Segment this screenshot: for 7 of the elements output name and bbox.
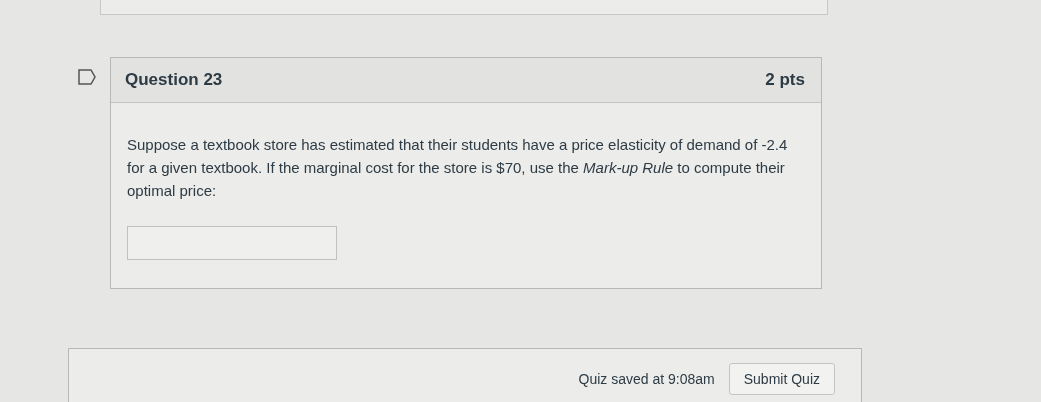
question-points: 2 pts	[765, 70, 805, 90]
bookmark-icon[interactable]	[78, 69, 96, 85]
question-text: Suppose a textbook store has estimated that their students have a price elasticity of demand of -2.4 for a given textbook. If the marginal cost for the store is $70, use the Mark-up Rule to compute their optimal price:	[127, 135, 789, 201]
submit-button[interactable]: Submit Quiz	[728, 363, 835, 395]
save-status: Quiz saved at 9:08am	[578, 371, 715, 387]
question-title: Question 23	[125, 70, 223, 90]
answer-field[interactable]	[127, 226, 337, 260]
